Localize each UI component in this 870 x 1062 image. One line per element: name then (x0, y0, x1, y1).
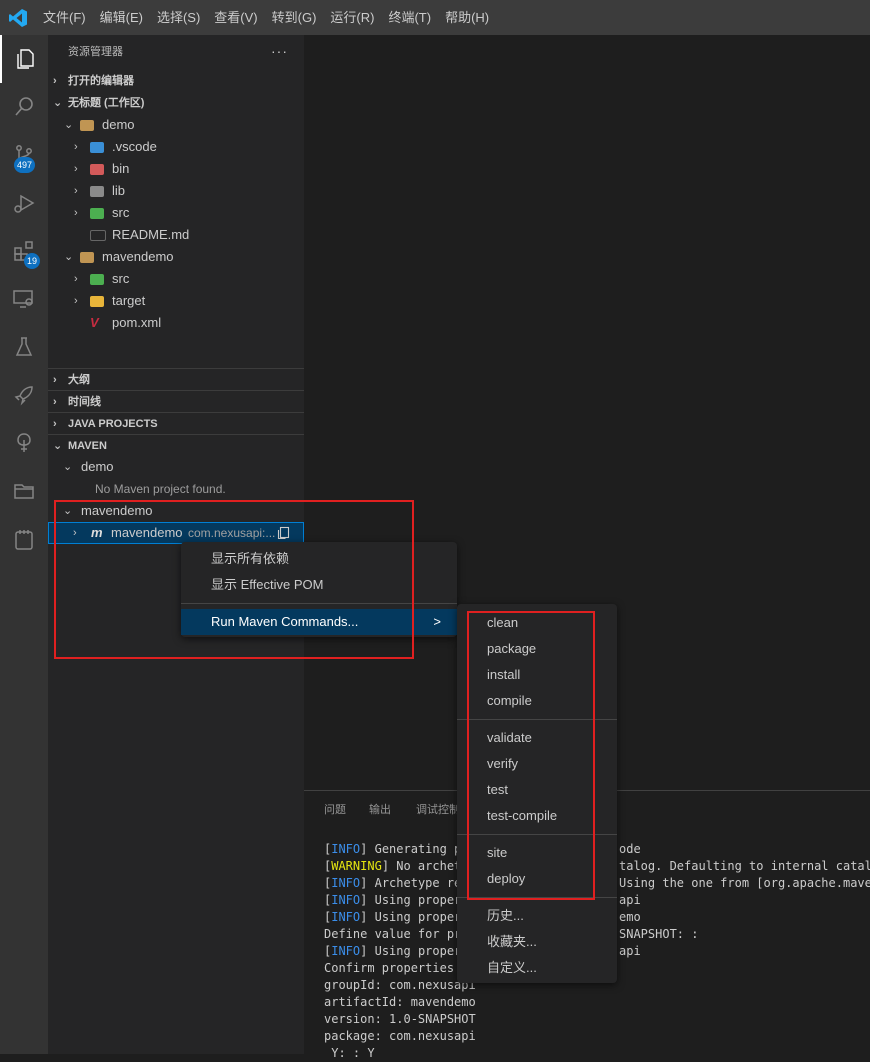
terminal-line: [INFO] Archetype re Using the one from [o… (324, 876, 870, 890)
terminal-line: Confirm properties (324, 961, 455, 975)
folder-open-icon (80, 120, 94, 131)
folder-icon (90, 274, 104, 285)
terminal-line: [INFO] Using proper api (324, 893, 641, 907)
folder-icon (90, 186, 104, 197)
remote-explorer-icon[interactable] (0, 275, 48, 323)
menu-item[interactable]: 运行(R) (323, 0, 381, 35)
chevron-down-icon: ⌄ (64, 251, 74, 263)
rocket-icon[interactable] (0, 371, 48, 419)
section-maven[interactable]: ⌄ MAVEN (48, 434, 304, 456)
maven-file-icon: V (90, 315, 99, 330)
maven-empty-message: No Maven project found. (95, 482, 226, 496)
chevron-right-icon: › (74, 185, 78, 197)
chevron-right-icon: › (53, 396, 57, 408)
tree-item[interactable]: › bin (48, 158, 304, 180)
markdown-file-icon (90, 230, 106, 241)
terminal-line: groupId: com.nexusapi (324, 978, 476, 992)
tree-item[interactable]: README.md (48, 224, 304, 246)
tree-item[interactable]: Vpom.xml (48, 312, 304, 334)
folder-icon (90, 208, 104, 219)
tree-item[interactable]: › target (48, 290, 304, 312)
chevron-right-icon: › (53, 418, 57, 430)
chevron-down-icon: ⌄ (63, 461, 73, 473)
chevron-down-icon: ⌄ (64, 119, 74, 131)
chevron-right-icon: › (74, 295, 78, 307)
terminal-line: artifactId: mavendemo (324, 995, 476, 1009)
terminal-line: version: 1.0-SNAPSHOT (324, 1012, 476, 1026)
menu-item[interactable]: 查看(V) (207, 0, 264, 35)
highlight-box (54, 500, 414, 659)
terminal-output: [INFO] Generating p ode [WARNING] No arche… (324, 841, 870, 1062)
menu-item[interactable]: 帮助(H) (438, 0, 496, 35)
tree-icon[interactable] (0, 419, 48, 467)
tab-problems[interactable]: 问题 (324, 801, 346, 817)
testing-icon[interactable] (0, 323, 48, 371)
activity-bar: 497 19 (0, 35, 48, 1054)
section-timeline[interactable]: › 时间线 (48, 390, 304, 412)
chevron-right-icon: › (74, 207, 78, 219)
section-workspace[interactable]: ⌄ 无标题 (工作区) (48, 92, 304, 114)
chevron-down-icon: ⌄ (53, 440, 63, 452)
terminal-line: [INFO] Using proper emo (324, 910, 641, 924)
chevron-right-icon: > (433, 614, 441, 629)
tree-item[interactable]: ⌄ mavendemo (48, 246, 304, 268)
terminal-line: [INFO] Generating p ode (324, 842, 641, 856)
folder-icon (90, 142, 104, 153)
terminal-line: Define value for pr SNAPSHOT: : (324, 927, 699, 941)
folder-icon (90, 296, 104, 307)
vscode-logo-icon (9, 9, 27, 27)
maven-tree-item-demo[interactable]: ⌄ demo (48, 456, 304, 478)
terminal-line: [INFO] Using proper api (324, 944, 641, 958)
terminal-line: [WARNING] No archet talog. Defaulting to … (324, 859, 870, 873)
chevron-right-icon: › (53, 374, 57, 386)
chevron-right-icon: › (74, 273, 78, 285)
section-open-editors[interactable]: › 打开的编辑器 (48, 70, 304, 92)
tree-item[interactable]: › src (48, 268, 304, 290)
chevron-right-icon: › (74, 163, 78, 175)
scm-badge: 497 (14, 157, 36, 173)
menu-item[interactable]: 转到(G) (265, 0, 324, 35)
title-bar: 文件(F) 编辑(E) 选择(S) 查看(V) 转到(G) 运行(R) 终端(T) 帮助(H) (0, 0, 870, 35)
chevron-right-icon: › (53, 75, 57, 87)
menu-item[interactable]: 文件(F) (36, 0, 93, 35)
extensions-badge: 19 (24, 253, 41, 269)
terminal-line: package: com.nexusapi (324, 1029, 476, 1043)
section-outline[interactable]: › 大纲 (48, 368, 304, 390)
submenu-item[interactable]: 自定义... (457, 955, 537, 981)
folder-open-icon (80, 252, 94, 263)
source-control-icon[interactable]: 497 (0, 131, 48, 179)
more-actions-icon[interactable]: ··· (271, 35, 288, 68)
menu-item[interactable]: 选择(S) (150, 0, 207, 35)
menu-item[interactable]: 编辑(E) (93, 0, 150, 35)
extensions-icon[interactable]: 19 (0, 227, 48, 275)
tree-item[interactable]: ⌄ demo (48, 114, 304, 136)
tree-item[interactable]: › src (48, 202, 304, 224)
notebook-icon[interactable] (0, 515, 48, 563)
folder-icon (90, 164, 104, 175)
chevron-down-icon: ⌄ (53, 97, 63, 109)
explorer-title: 资源管理器 (68, 46, 123, 58)
search-icon[interactable] (0, 83, 48, 131)
chevron-right-icon: › (74, 141, 78, 153)
run-debug-icon[interactable] (0, 179, 48, 227)
tab-output[interactable]: 输出 (369, 801, 391, 817)
tree-item[interactable]: › .vscode (48, 136, 304, 158)
folder-icon[interactable] (0, 467, 48, 515)
section-java-projects[interactable]: › JAVA PROJECTS (48, 412, 304, 434)
highlight-box (467, 611, 595, 900)
tree-item[interactable]: › lib (48, 180, 304, 202)
submenu-item[interactable]: 收藏夹... (457, 929, 537, 955)
submenu-item[interactable]: 历史... (457, 903, 524, 929)
explorer-icon[interactable] (0, 35, 48, 83)
menu-item[interactable]: 终端(T) (381, 0, 438, 35)
menu-bar: 文件(F) 编辑(E) 选择(S) 查看(V) 转到(G) 运行(R) 终端(T) 帮助(H) (36, 0, 496, 35)
tab-debug-console[interactable]: 调试控制 (416, 801, 460, 817)
